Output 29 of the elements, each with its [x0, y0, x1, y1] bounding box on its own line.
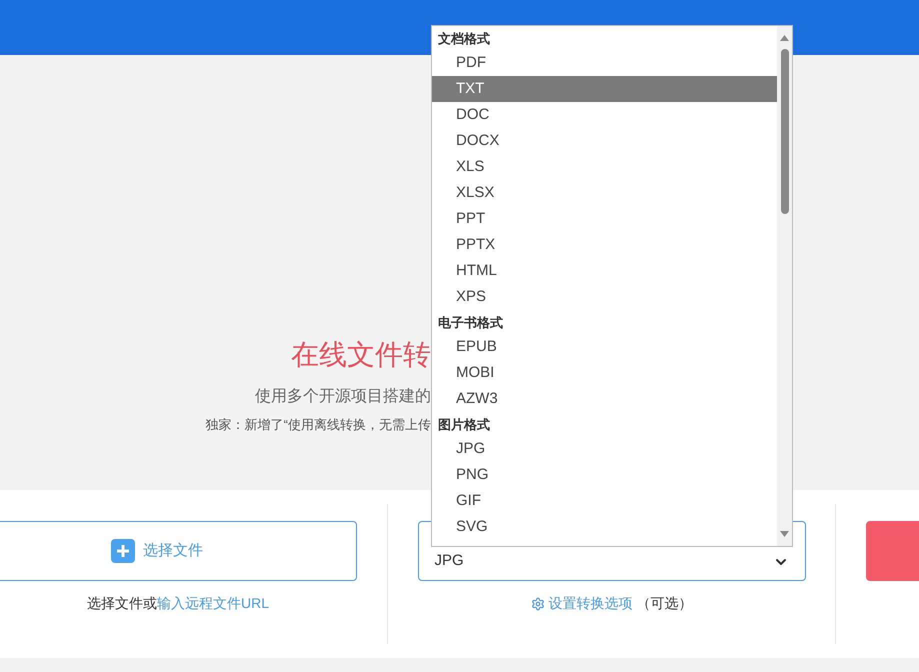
dropdown-option[interactable]: EPUB [432, 334, 777, 360]
option-group-label: 文档格式 [437, 30, 491, 48]
page-subtitle: 使用多个开源项目搭建的 [255, 386, 431, 407]
hint-text: 选择文件或 [86, 594, 157, 613]
dropdown-option[interactable]: XLS [432, 154, 777, 180]
dropdown-option[interactable]: JPG [432, 436, 777, 462]
dropdown-option[interactable]: AZW3 [432, 386, 777, 412]
dropdown-option[interactable]: PNG [432, 462, 777, 488]
dropdown-option[interactable]: XPS [432, 284, 777, 310]
settings-icon [530, 596, 544, 610]
dropdown-option[interactable]: GIF [432, 488, 777, 514]
dropdown-option[interactable]: TXT [432, 76, 777, 102]
dropdown-option[interactable]: PPTX [432, 232, 777, 258]
page-title: 在线文件转 [291, 338, 431, 372]
notice-text: 独家：新增了“使用离线转换，无需上传 [206, 416, 431, 434]
dropdown-option[interactable]: PPT [432, 206, 777, 232]
dropdown-option[interactable]: MOBI [432, 360, 777, 386]
scrollbar-thumb[interactable] [780, 49, 788, 214]
plus-icon [111, 539, 135, 563]
dropdown-option[interactable]: XLSX [432, 180, 777, 206]
option-group-label: 电子书格式 [437, 314, 504, 332]
option-group-label: 图片格式 [437, 416, 491, 434]
dropdown-option[interactable]: HTML [432, 258, 777, 284]
scroll-up-icon [780, 35, 789, 41]
dropdown-option[interactable]: DOCX [432, 128, 777, 154]
scroll-down-icon [780, 531, 789, 537]
optional-note: （可选） [636, 594, 692, 613]
dropdown-option[interactable]: DOC [432, 102, 777, 128]
dropdown-option[interactable]: PDF [432, 50, 777, 76]
